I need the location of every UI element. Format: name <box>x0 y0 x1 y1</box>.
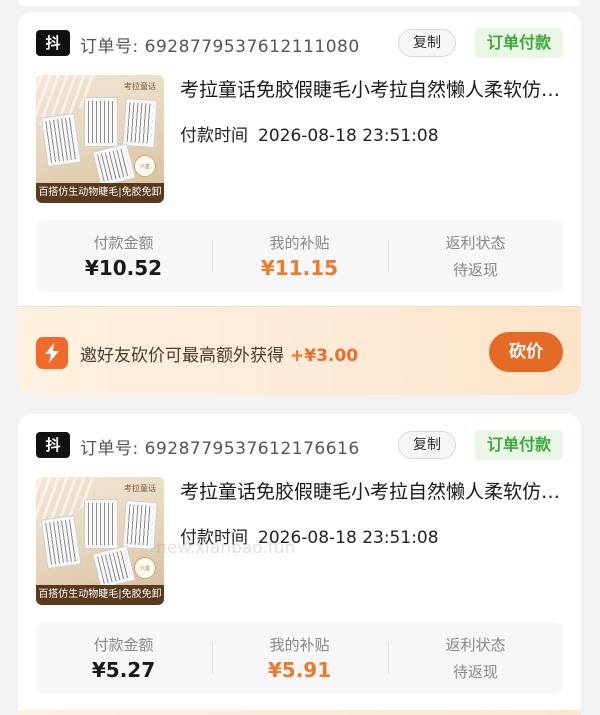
bargain-text: 邀好友砍价可最高额外获得 <box>80 346 284 366</box>
copy-order-number-button[interactable]: 复制 <box>398 431 456 459</box>
product-title[interactable]: 考拉童话免胶假睫毛小考拉自然懒人柔软仿生动物睫毛 <box>180 77 570 103</box>
order-header: 抖 订单号: 6928779537612111080 复制 订单付款 <box>36 28 563 58</box>
order-number-label: 订单号: <box>80 439 139 459</box>
order-status-badge: 订单付款 <box>475 430 563 460</box>
subsidy-column: 我的补贴 ¥11.15 <box>212 220 387 292</box>
rebate-column: 返利状态 待返现 <box>388 622 563 694</box>
rebate-status-label: 返利状态 <box>445 636 506 654</box>
brand-logo: 考拉童话 <box>124 484 156 493</box>
amount-summary: 付款金额 ¥5.27 我的补贴 ¥5.91 返利状态 待返现 <box>36 622 563 694</box>
lightning-icon <box>36 337 68 369</box>
brand-logo: 考拉童话 <box>124 82 156 91</box>
order-number-value: 6928779537612176616 <box>144 439 360 459</box>
product-thumbnail[interactable]: 考拉童话 六盒 百搭仿生动物睫毛|免胶免卸 <box>36 75 164 203</box>
order-number: 订单号: 6928779537612111080 <box>80 32 360 57</box>
pay-time: 付款时间 2026-08-18 23:51:08 <box>180 523 439 548</box>
lash-tray-image <box>84 499 118 549</box>
lash-tray-image <box>40 112 82 168</box>
lash-tray-image <box>122 499 158 551</box>
bargain-banner-partial <box>18 710 581 715</box>
bargain-bonus-amount: +¥3.00 <box>290 346 359 366</box>
product-row[interactable]: 考拉童话 六盒 百搭仿生动物睫毛|免胶免卸 考拉童话免胶假睫毛小考拉自然懒人柔软… <box>36 477 570 605</box>
pay-time-value: 2026-08-18 23:51:08 <box>258 126 439 146</box>
product-seal: 六盒 <box>134 155 156 177</box>
subsidy-value: ¥5.91 <box>267 658 332 682</box>
subsidy-value: ¥11.15 <box>260 256 339 280</box>
order-status-badge: 订单付款 <box>475 28 563 58</box>
rebate-status-value: 待返现 <box>452 663 498 681</box>
pay-time: 付款时间 2026-08-18 23:51:08 <box>180 121 439 146</box>
pay-amount-label: 付款金额 <box>93 234 154 252</box>
product-seal: 六盒 <box>134 557 156 579</box>
subsidy-column: 我的补贴 ¥5.91 <box>212 622 387 694</box>
bargain-button[interactable]: 砍价 <box>489 332 563 372</box>
lash-tray-image <box>92 545 136 589</box>
order-card[interactable]: 抖 订单号: 6928779537612111080 复制 订单付款 考拉童话 … <box>18 12 581 395</box>
order-card[interactable]: 抖 订单号: 6928779537612176616 复制 订单付款 考拉童话 … <box>18 414 581 715</box>
pay-amount-value: ¥5.27 <box>91 658 156 682</box>
product-thumbnail[interactable]: 考拉童话 六盒 百搭仿生动物睫毛|免胶免卸 <box>36 477 164 605</box>
order-number-label: 订单号: <box>80 37 139 57</box>
pay-amount-value: ¥10.52 <box>84 256 163 280</box>
copy-order-number-button[interactable]: 复制 <box>398 29 456 57</box>
previous-card-edge <box>18 0 581 6</box>
product-row[interactable]: 考拉童话 六盒 百搭仿生动物睫毛|免胶免卸 考拉童话免胶假睫毛小考拉自然懒人柔软… <box>36 75 570 203</box>
subsidy-label: 我的补贴 <box>269 636 330 654</box>
douyin-platform-icon: 抖 <box>36 30 70 56</box>
order-number-value: 6928779537612111080 <box>144 37 360 57</box>
pay-amount-label: 付款金额 <box>93 636 154 654</box>
rebate-status-value: 待返现 <box>452 261 498 279</box>
lash-tray-image <box>84 97 118 147</box>
pay-time-label: 付款时间 <box>180 528 248 548</box>
subsidy-label: 我的补贴 <box>269 234 330 252</box>
bargain-promo-text: 邀好友砍价可最高额外获得 +¥3.00 <box>80 341 358 366</box>
lash-tray-image <box>92 143 136 187</box>
rebate-column: 返利状态 待返现 <box>388 220 563 292</box>
pay-amount-column: 付款金额 ¥10.52 <box>36 220 211 292</box>
product-title[interactable]: 考拉童话免胶假睫毛小考拉自然懒人柔软仿生动物睫毛 <box>180 479 570 505</box>
pay-amount-column: 付款金额 ¥5.27 <box>36 622 211 694</box>
douyin-platform-icon: 抖 <box>36 432 70 458</box>
pay-time-value: 2026-08-18 23:51:08 <box>258 528 439 548</box>
bargain-banner: 邀好友砍价可最高额外获得 +¥3.00 砍价 <box>18 306 581 395</box>
amount-summary: 付款金额 ¥10.52 我的补贴 ¥11.15 返利状态 待返现 <box>36 220 563 292</box>
order-header: 抖 订单号: 6928779537612176616 复制 订单付款 <box>36 430 563 460</box>
rebate-status-label: 返利状态 <box>445 234 506 252</box>
order-list-page: 抖 订单号: 6928779537612111080 复制 订单付款 考拉童话 … <box>0 0 600 715</box>
thumbnail-caption: 百搭仿生动物睫毛|免胶免卸 <box>36 585 164 605</box>
pay-time-label: 付款时间 <box>180 126 248 146</box>
thumbnail-caption: 百搭仿生动物睫毛|免胶免卸 <box>36 183 164 203</box>
lash-tray-image <box>40 514 82 570</box>
order-number: 订单号: 6928779537612176616 <box>80 434 360 459</box>
lash-tray-image <box>122 97 158 149</box>
